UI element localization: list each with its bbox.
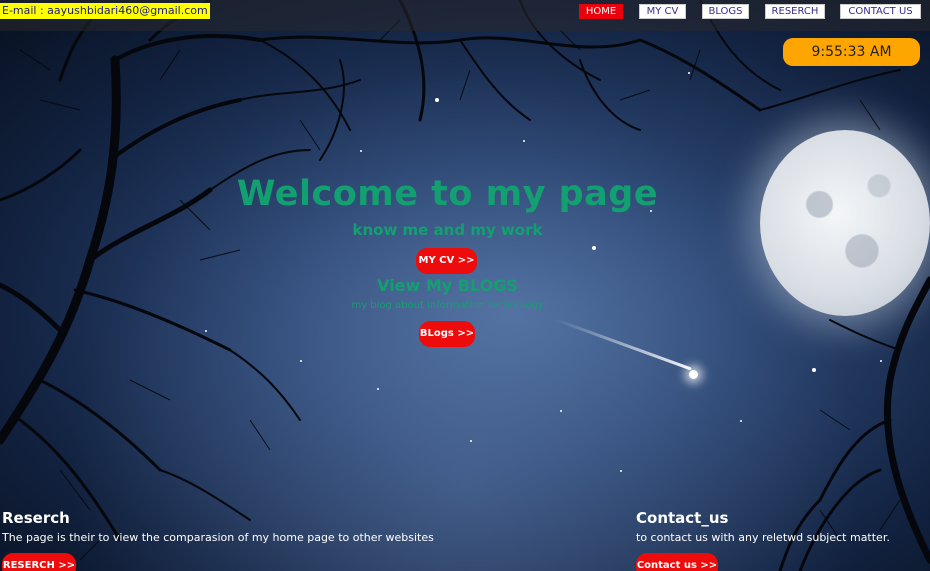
nav-blogs[interactable]: BLOGS bbox=[702, 4, 749, 19]
nav-contact-us[interactable]: CONTACT US bbox=[840, 4, 921, 19]
nav-reserch[interactable]: RESERCH bbox=[765, 4, 825, 19]
blogs-heading: View My BLOGS bbox=[377, 276, 518, 295]
blogs-description: my blog about information technology bbox=[351, 300, 544, 311]
my-cv-button[interactable]: MY CV >> bbox=[416, 248, 477, 274]
hero-title: Welcome to my page bbox=[236, 174, 659, 214]
nav-my-cv[interactable]: MY CV bbox=[639, 4, 686, 19]
research-button[interactable]: RESERCH >> bbox=[2, 553, 76, 571]
top-navigation-bar: E-mail : aayushbidari460@gmail.com HOME … bbox=[0, 0, 930, 31]
research-text: The page is their to view the comparasio… bbox=[2, 531, 434, 544]
blogs-button[interactable]: BLogs >> bbox=[419, 321, 475, 347]
email-address: E-mail : aayushbidari460@gmail.com bbox=[0, 3, 210, 19]
contact-title: Contact_us bbox=[636, 509, 729, 527]
hero-subtitle: know me and my work bbox=[352, 221, 543, 239]
research-title: Reserch bbox=[2, 509, 70, 527]
contact-text: to contact us with any reletwd subject m… bbox=[636, 531, 890, 544]
clock: 9:55:33 AM bbox=[783, 38, 920, 66]
contact-button[interactable]: Contact us >> bbox=[636, 553, 718, 571]
nav-home[interactable]: HOME bbox=[579, 4, 623, 19]
